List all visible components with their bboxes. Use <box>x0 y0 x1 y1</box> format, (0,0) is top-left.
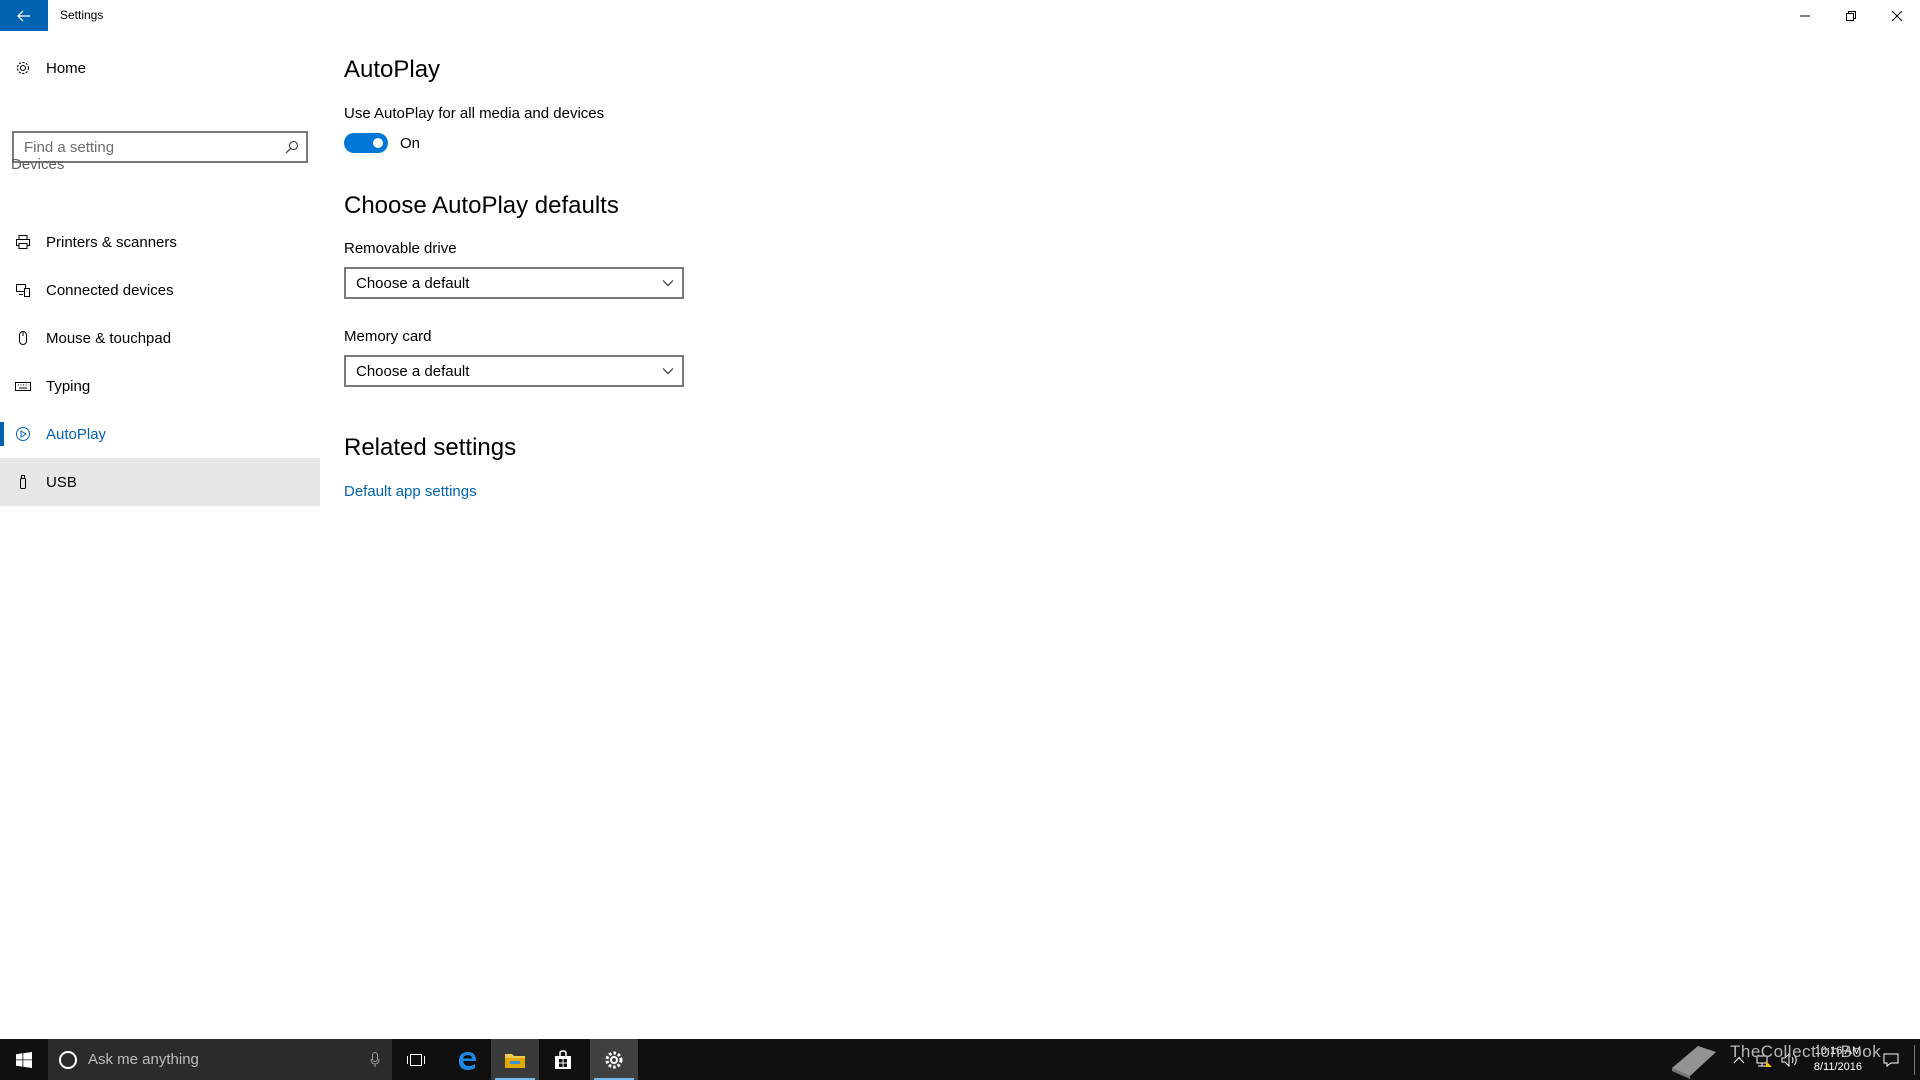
store-bag-icon <box>555 1049 571 1069</box>
store-taskbar-button[interactable] <box>539 1039 587 1080</box>
close-button[interactable] <box>1874 0 1920 31</box>
toggle-state-label: On <box>400 134 421 152</box>
watermark-text: TheCollectionBook <box>1730 1042 1882 1061</box>
task-view-button[interactable] <box>392 1039 440 1080</box>
chevron-down-icon <box>662 280 674 287</box>
memory-card-label: Memory card <box>344 328 432 345</box>
sidebar-item-mouse[interactable]: Mouse & touchpad <box>0 314 320 362</box>
autoplay-toggle-label: Use AutoPlay for all media and devices <box>344 105 605 122</box>
book-logo-icon <box>1672 1046 1716 1079</box>
taskbar: Ask me anything 10:16 AM 8/11/2016 <box>0 1039 1920 1080</box>
removable-drive-dropdown[interactable]: Choose a default <box>344 267 684 299</box>
gear-icon <box>605 1051 623 1068</box>
dropdown-value: Choose a default <box>356 362 470 380</box>
defaults-heading: Choose AutoPlay defaults <box>344 192 619 219</box>
sidebar-item-home[interactable]: Home <box>0 52 320 84</box>
sidebar: Home Devices Printers & scanners Connect… <box>0 31 320 1039</box>
sidebar-item-label: Typing <box>46 377 91 395</box>
file-explorer-taskbar-button[interactable] <box>491 1039 539 1080</box>
cortana-placeholder: Ask me anything <box>88 1051 199 1068</box>
keyboard-icon <box>0 376 46 396</box>
minimize-button[interactable] <box>1782 0 1828 31</box>
edge-browser-icon <box>459 1051 476 1070</box>
back-arrow-icon <box>17 10 30 21</box>
cortana-icon <box>59 1050 77 1069</box>
windows-logo-icon <box>16 1051 32 1068</box>
minimize-icon <box>1800 15 1810 16</box>
task-view-icon <box>407 1053 425 1066</box>
back-button[interactable] <box>0 0 48 31</box>
microphone-icon[interactable] <box>370 1051 380 1068</box>
sidebar-item-usb[interactable]: USB <box>0 458 320 506</box>
connected-devices-icon <box>0 280 46 300</box>
group-label: Devices <box>11 156 65 173</box>
restore-icon <box>1846 10 1856 21</box>
related-settings-heading: Related settings <box>344 434 517 461</box>
edge-taskbar-button[interactable] <box>443 1039 491 1080</box>
sidebar-item-printers[interactable]: Printers & scanners <box>0 218 320 266</box>
autoplay-toggle-row: On <box>344 133 420 153</box>
notification-icon <box>1883 1053 1899 1067</box>
chevron-down-icon <box>662 368 674 375</box>
printer-icon <box>0 232 46 252</box>
title-bar: Settings <box>0 0 1920 31</box>
sidebar-item-connected-devices[interactable]: Connected devices <box>0 266 320 314</box>
sidebar-item-typing[interactable]: Typing <box>0 362 320 410</box>
sidebar-item-label: Home <box>46 59 87 77</box>
autoplay-toggle[interactable] <box>344 133 388 153</box>
sidebar-nav: Printers & scanners Connected devices Mo… <box>0 218 320 506</box>
memory-card-dropdown[interactable]: Choose a default <box>344 355 684 387</box>
start-button[interactable] <box>0 1039 48 1080</box>
sidebar-item-label: Connected devices <box>46 281 174 299</box>
mouse-icon <box>0 328 46 348</box>
toggle-knob <box>373 138 383 148</box>
search-icon[interactable] <box>278 133 306 161</box>
sidebar-item-label: Mouse & touchpad <box>46 329 172 347</box>
show-desktop-divider[interactable] <box>1914 1045 1915 1075</box>
autoplay-icon <box>0 424 46 444</box>
removable-drive-label: Removable drive <box>344 240 457 257</box>
cortana-search-box[interactable]: Ask me anything <box>48 1039 392 1080</box>
settings-taskbar-button[interactable] <box>590 1039 638 1080</box>
sidebar-item-autoplay[interactable]: AutoPlay <box>0 410 320 458</box>
selection-indicator <box>0 422 4 446</box>
sidebar-item-label: USB <box>46 473 77 491</box>
restore-button[interactable] <box>1828 0 1874 31</box>
sidebar-item-label: Printers & scanners <box>46 233 177 251</box>
dropdown-value: Choose a default <box>356 274 470 292</box>
gear-icon <box>0 58 46 78</box>
sidebar-item-label: AutoPlay <box>46 425 107 443</box>
usb-icon <box>0 472 46 492</box>
close-icon <box>1892 10 1902 21</box>
autoplay-heading: AutoPlay <box>344 56 441 83</box>
default-app-settings-link[interactable]: Default app settings <box>344 483 477 500</box>
folder-icon <box>505 1053 525 1068</box>
window-title: Settings <box>60 8 104 22</box>
